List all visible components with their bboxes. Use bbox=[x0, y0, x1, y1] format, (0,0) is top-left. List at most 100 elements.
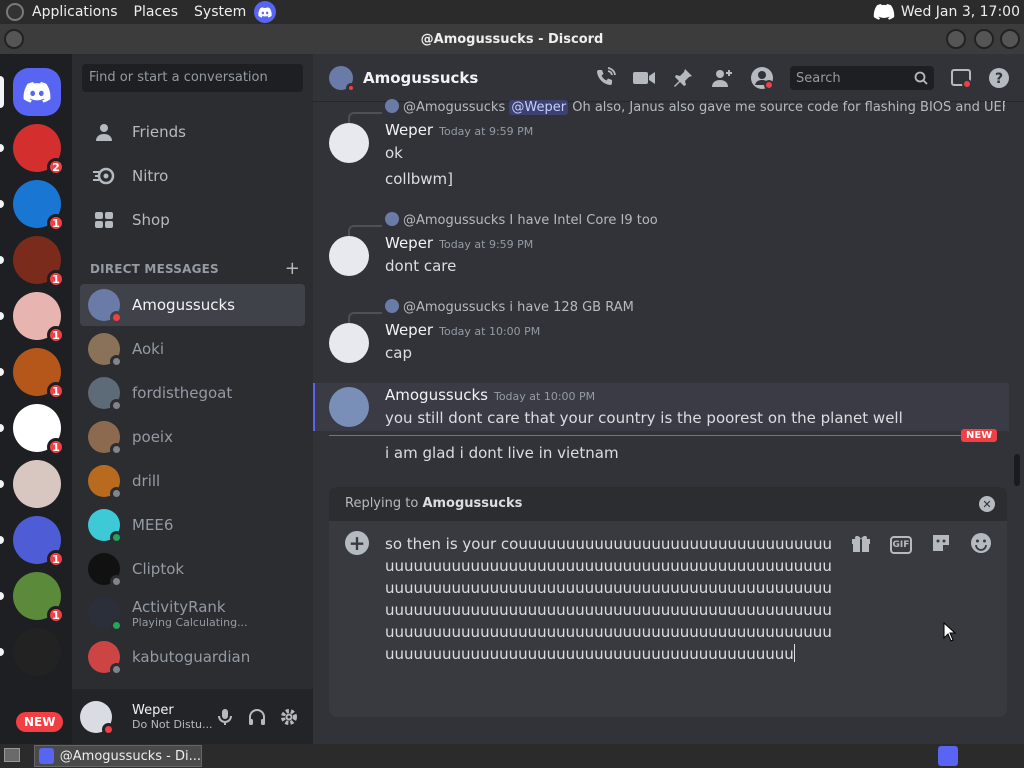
user-avatar[interactable] bbox=[80, 700, 115, 736]
status-indicator-icon bbox=[110, 531, 123, 544]
server-icon[interactable] bbox=[0, 628, 61, 676]
message-author[interactable]: Weper Today at 10:00 PM bbox=[385, 321, 540, 339]
author-name: Weper bbox=[385, 321, 434, 339]
pinned-messages-icon[interactable] bbox=[672, 67, 694, 89]
message-avatar[interactable] bbox=[329, 123, 369, 163]
reply-preview[interactable]: @Amogussucks i have 128 GB RAM bbox=[385, 299, 985, 315]
new-unreads-pill[interactable]: NEW bbox=[16, 712, 64, 732]
dm-name: kabutoguardian bbox=[132, 648, 251, 666]
server-icon[interactable]: 1 bbox=[0, 180, 65, 232]
add-friends-to-dm-icon[interactable] bbox=[710, 67, 734, 89]
dm-header-label: DIRECT MESSAGES bbox=[90, 262, 219, 276]
new-messages-tag: NEW bbox=[961, 429, 998, 442]
server-icon[interactable]: 1 bbox=[0, 292, 65, 344]
user-names[interactable]: Weper Do Not Distu... bbox=[132, 703, 213, 731]
close-button[interactable] bbox=[1000, 29, 1020, 49]
voice-call-icon[interactable] bbox=[594, 67, 616, 89]
message-author[interactable]: Weper Today at 9:59 PM bbox=[385, 121, 533, 139]
reply-avatar bbox=[385, 212, 399, 226]
dm-item[interactable]: MEE6 bbox=[80, 504, 305, 546]
taskbar-window-button[interactable]: @Amogussucks - Di... bbox=[34, 745, 202, 767]
emoji-icon[interactable] bbox=[969, 531, 993, 555]
discord-launcher-icon[interactable] bbox=[254, 1, 277, 23]
user-profile-icon[interactable] bbox=[750, 66, 774, 90]
message-avatar[interactable] bbox=[329, 323, 369, 363]
dm-avatar bbox=[88, 333, 123, 368]
mouse-pointer-icon bbox=[943, 622, 957, 642]
composer-text: so then is your couuuuuuuuuuuuuuuuuuuuuu… bbox=[385, 535, 833, 663]
server-icon[interactable]: 1 bbox=[0, 404, 65, 456]
video-call-icon[interactable] bbox=[632, 69, 656, 87]
dm-avatar bbox=[88, 289, 123, 324]
gift-icon[interactable] bbox=[849, 531, 873, 555]
reply-spine bbox=[348, 112, 382, 124]
cancel-reply-icon[interactable]: ✕ bbox=[979, 496, 995, 512]
message-composer[interactable]: + so then is your couuuuuuuuuuuuuuuuuuuu… bbox=[329, 521, 1007, 717]
server-icon[interactable]: 2 bbox=[0, 124, 65, 176]
reply-spine bbox=[348, 312, 382, 324]
message-author[interactable]: Amogussucks Today at 10:00 PM bbox=[385, 386, 595, 404]
dm-item[interactable]: Aoki bbox=[80, 328, 305, 370]
find-conversation-input[interactable]: Find or start a conversation bbox=[82, 64, 303, 92]
discord-tray-taskbar-icon[interactable] bbox=[938, 746, 958, 766]
apps-menu-icon[interactable] bbox=[6, 3, 24, 21]
message-text: i am glad i dont live in vietnam bbox=[385, 444, 619, 462]
user-status: Do Not Distu... bbox=[132, 717, 213, 731]
dm-item[interactable]: ActivityRank Playing Calculating... bbox=[80, 592, 305, 634]
minimize-button[interactable] bbox=[946, 29, 966, 49]
chat-header-avatar[interactable] bbox=[329, 65, 356, 93]
settings-gear-icon[interactable] bbox=[279, 707, 299, 727]
reply-preview[interactable]: @Amogussucks @Weper Oh also, Janus also … bbox=[385, 99, 1005, 115]
message-avatar[interactable] bbox=[329, 387, 369, 427]
dm-item[interactable]: Cliptok bbox=[80, 548, 305, 590]
maximize-button[interactable] bbox=[974, 29, 994, 49]
nav-shop[interactable]: Shop bbox=[80, 199, 305, 241]
message-author[interactable]: Weper Today at 9:59 PM bbox=[385, 234, 533, 252]
inbox-icon[interactable] bbox=[950, 67, 972, 89]
upload-plus-icon[interactable]: + bbox=[345, 531, 369, 555]
server-icon[interactable]: 1 bbox=[0, 236, 65, 288]
selected-pip bbox=[0, 76, 4, 108]
server-avatar bbox=[13, 628, 61, 676]
dm-item[interactable]: drill bbox=[80, 460, 305, 502]
dm-item[interactable]: poeix bbox=[80, 416, 305, 458]
dm-name: drill bbox=[132, 472, 161, 490]
home-button[interactable] bbox=[0, 68, 61, 116]
nav-friends[interactable]: Friends bbox=[80, 111, 305, 153]
message-text: collbwm] bbox=[385, 170, 454, 188]
discord-tray-icon[interactable] bbox=[873, 4, 895, 20]
create-dm-plus-icon[interactable]: + bbox=[285, 258, 300, 279]
show-desktop-icon[interactable] bbox=[4, 748, 20, 762]
dm-item[interactable]: kabutoguardian bbox=[80, 636, 305, 678]
gif-icon[interactable]: GIF bbox=[889, 531, 913, 555]
unread-pip bbox=[0, 144, 4, 152]
help-icon[interactable]: ? bbox=[988, 67, 1010, 89]
server-icon[interactable]: 1 bbox=[0, 348, 65, 400]
chat-scrollbar[interactable] bbox=[1014, 454, 1020, 486]
message-avatar[interactable] bbox=[329, 236, 369, 276]
system-menu[interactable]: System bbox=[186, 4, 254, 20]
server-icon[interactable]: 1 bbox=[0, 516, 65, 568]
dm-item[interactable]: Amogussucks bbox=[80, 284, 305, 326]
server-icon[interactable]: 1 bbox=[0, 572, 65, 624]
window-titlebar[interactable]: @Amogussucks - Discord bbox=[0, 24, 1024, 54]
places-menu[interactable]: Places bbox=[126, 4, 187, 20]
applications-menu[interactable]: Applications bbox=[24, 4, 126, 20]
unread-pip bbox=[0, 424, 4, 432]
composer-input[interactable]: so then is your couuuuuuuuuuuuuuuuuuuuuu… bbox=[385, 533, 833, 665]
window-menu-button[interactable] bbox=[4, 29, 24, 49]
clock[interactable]: Wed Jan 3, 17:00 bbox=[901, 4, 1020, 20]
chat-title: Amogussucks bbox=[363, 68, 479, 87]
dm-item[interactable]: fordisthegoat bbox=[80, 372, 305, 414]
sticker-icon[interactable] bbox=[929, 531, 953, 555]
author-name: Weper bbox=[385, 121, 434, 139]
reply-preview[interactable]: @Amogussucks I have Intel Core I9 too bbox=[385, 212, 985, 228]
dm-avatar bbox=[88, 377, 123, 412]
dnd-status-icon bbox=[346, 82, 356, 93]
nav-nitro[interactable]: Nitro bbox=[80, 155, 305, 197]
server-icon[interactable] bbox=[0, 460, 61, 508]
headphones-icon[interactable] bbox=[247, 707, 267, 727]
header-search-input[interactable]: Search bbox=[790, 66, 934, 90]
chat-area: Amogussucks Search ? @Amogussucks @Weper… bbox=[313, 54, 1024, 744]
microphone-icon[interactable] bbox=[215, 707, 235, 727]
